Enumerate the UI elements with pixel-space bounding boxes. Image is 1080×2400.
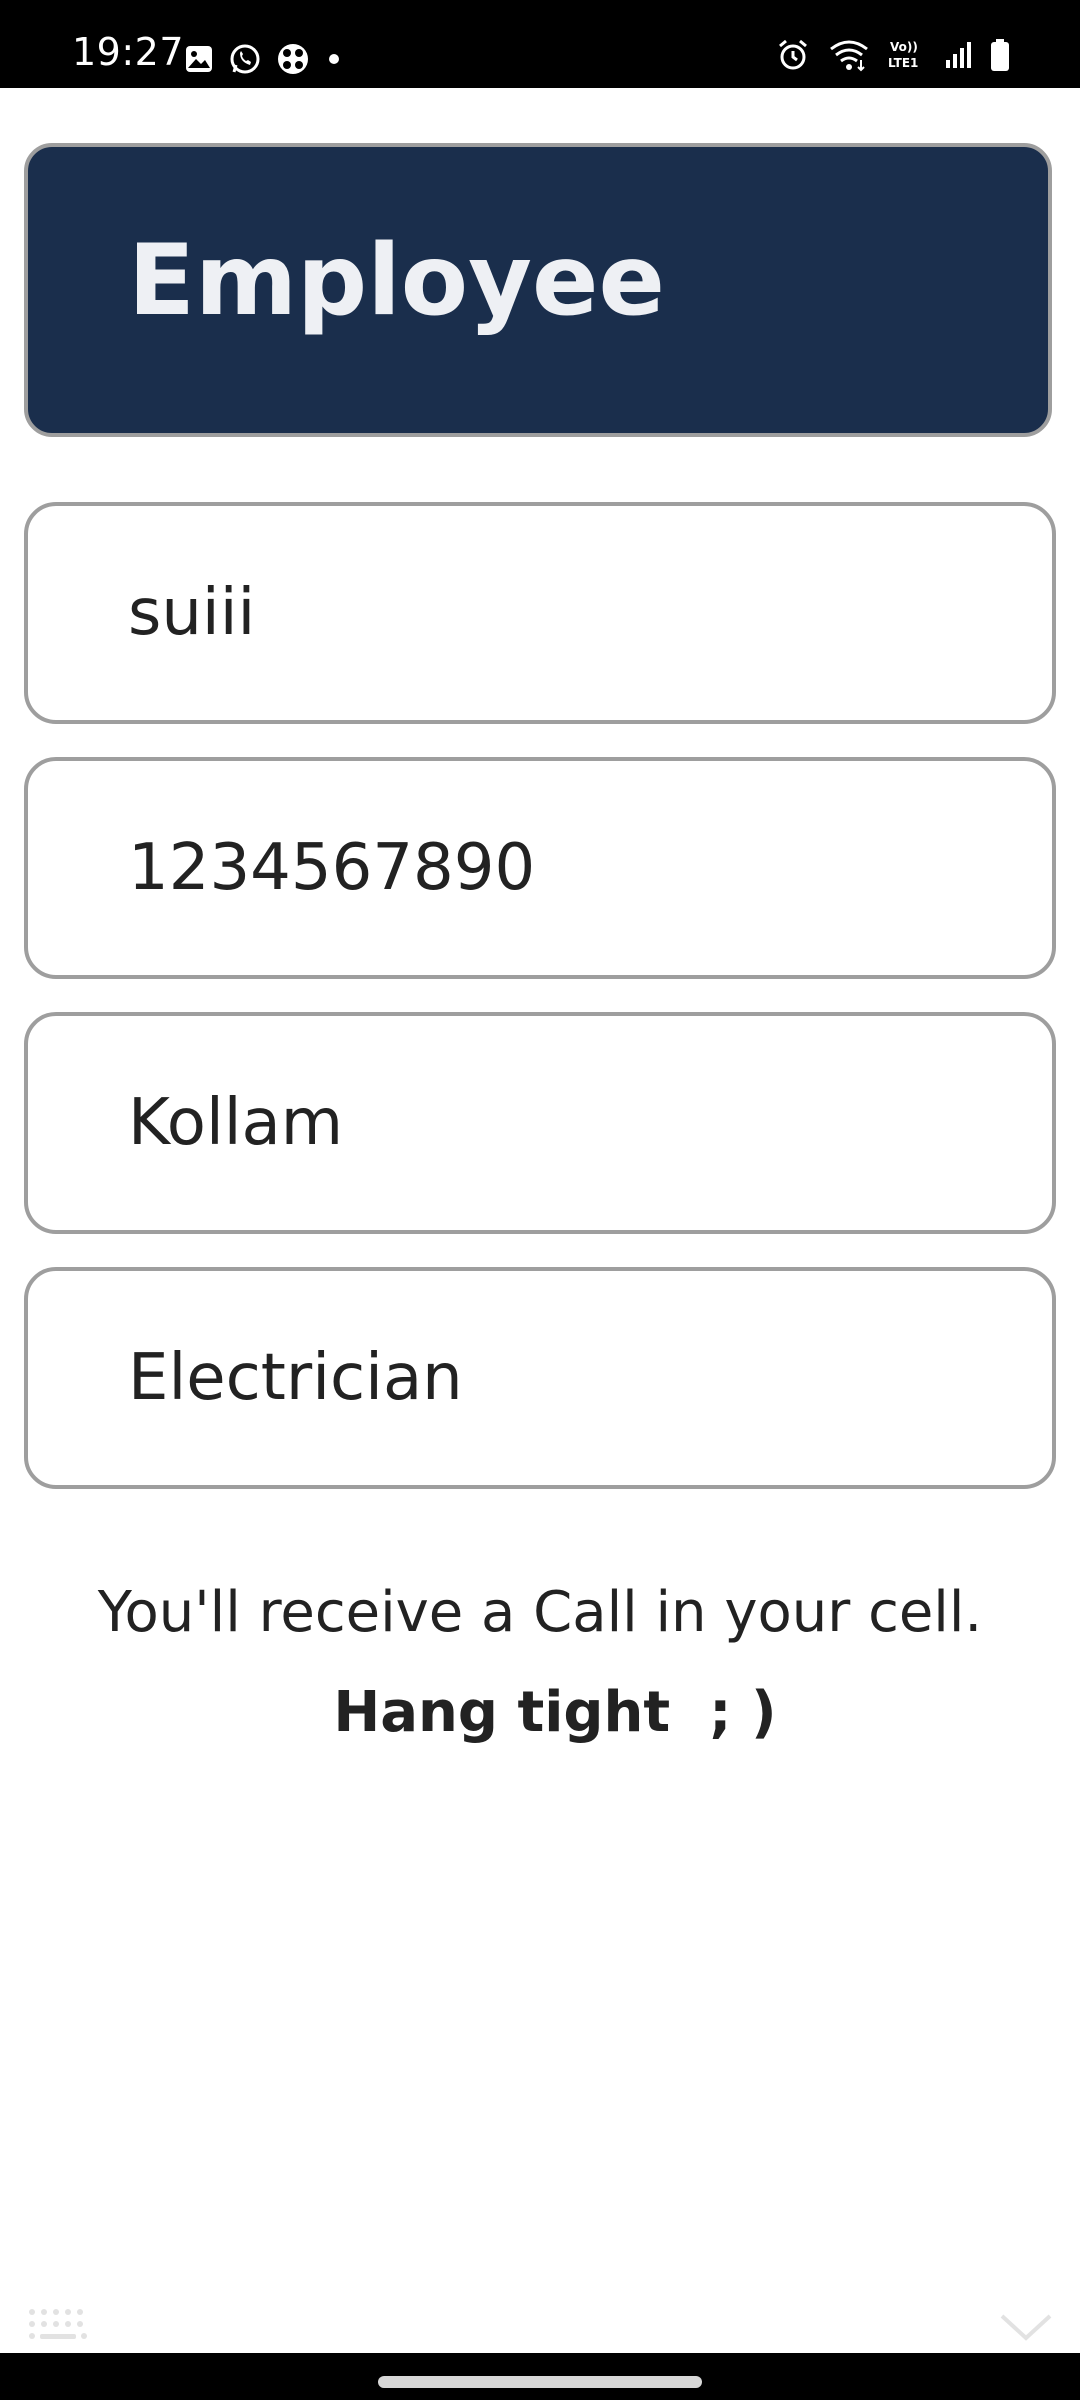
header-card: Employee Dash Board — [24, 143, 1052, 437]
profession-field[interactable]: Electrician — [24, 1267, 1056, 1489]
wifi-icon — [828, 38, 870, 77]
name-field[interactable]: suiii — [24, 502, 1056, 724]
svg-text:Vo)): Vo)) — [890, 40, 918, 54]
phone-field-value: 1234567890 — [128, 831, 536, 905]
chevron-down-icon[interactable] — [998, 2310, 1054, 2349]
phone-field[interactable]: 1234567890 — [24, 757, 1056, 979]
status-bar: 19:27 Vo)) LTE1 — [0, 0, 1080, 88]
notification-icons — [184, 42, 344, 81]
app-grid-icon — [276, 42, 310, 81]
navigation-bar — [0, 2353, 1080, 2400]
app-screen: 19:27 Vo)) LTE1 Employee Dash suiii 1234… — [0, 0, 1080, 2400]
profession-field-value: Electrician — [128, 1341, 463, 1415]
dot-icon — [324, 49, 344, 74]
keyboard-icon[interactable] — [26, 2306, 90, 2351]
alarm-icon — [776, 38, 810, 77]
signal-icon — [944, 40, 972, 75]
status-time: 19:27 — [72, 30, 185, 74]
hang-tight-text: Hang tight ; ) — [333, 1680, 777, 1745]
svg-text:LTE1: LTE1 — [888, 56, 918, 70]
page-title: Employee Dash Board — [128, 224, 665, 437]
name-field-value: suiii — [128, 576, 256, 650]
volte-icon: Vo)) LTE1 — [888, 38, 926, 77]
gallery-icon — [184, 44, 214, 79]
system-icons: Vo)) LTE1 — [776, 38, 1010, 77]
location-field-value: Kollam — [128, 1086, 344, 1160]
whatsapp-icon — [228, 42, 262, 81]
battery-icon — [990, 38, 1010, 77]
location-field[interactable]: Kollam — [24, 1012, 1056, 1234]
call-info-text: You'll receive a Call in your cell. — [97, 1580, 983, 1645]
home-indicator[interactable] — [378, 2376, 702, 2388]
